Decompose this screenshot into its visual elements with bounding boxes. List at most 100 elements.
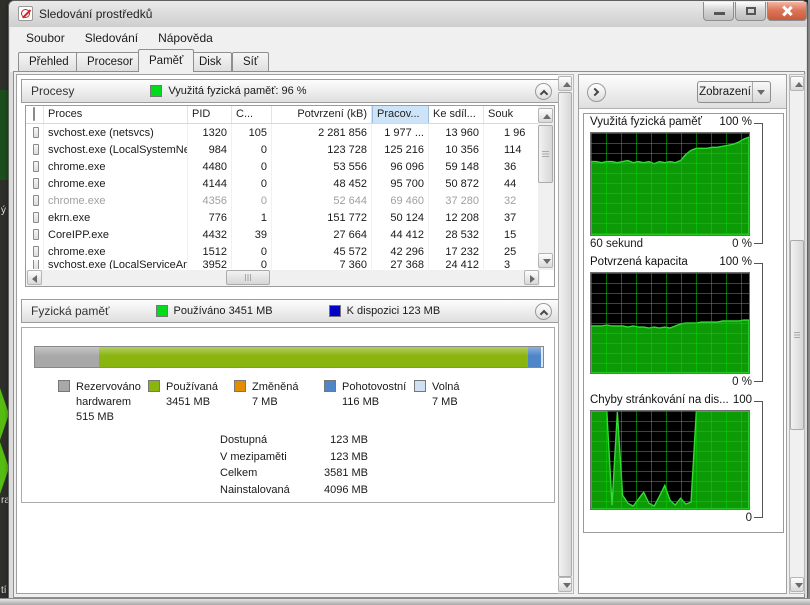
row-checkbox[interactable] [26,192,44,209]
menu-file[interactable]: Soubor [16,28,75,48]
pid-cell: 1512 [188,243,232,260]
scroll-down-button[interactable] [790,577,804,592]
close-button[interactable] [767,2,807,21]
available-indicator-icon [328,305,341,317]
table-row[interactable]: svchost.exe (netsvcs) 1320 105 2 281 856 1 9… [26,124,554,141]
shareable-cell: 50 872 [429,175,484,192]
graph-bottom-row: 0 % [590,376,752,388]
scale-min: 0 % [732,238,752,250]
tab-disk[interactable]: Disk [188,52,233,72]
table-row[interactable]: chrome.exe 4356 0 52 644 69 460 37 280 32 [26,192,554,209]
stat-value: 123 MB [330,434,368,446]
collapse-memory-button[interactable] [535,303,552,320]
table-row[interactable]: chrome.exe 4480 0 53 556 96 096 59 148 36 [26,158,554,175]
process-table-vscrollbar[interactable] [538,106,554,270]
private-cell: 1 96 [504,126,526,139]
row-checkbox[interactable] [26,158,44,175]
physical-memory-panel: Rezervováno hardwarem 515 MB Používaná 3451… [21,327,555,503]
graph-grid [591,273,749,373]
pid-cell: 4480 [188,158,232,175]
memory-bar-segment [541,347,543,367]
pane-vscrollbar[interactable] [558,74,574,594]
shareable-cell: 10 356 [429,141,484,158]
views-button-label: Zobrazení [699,86,751,98]
col-private[interactable]: Souk [484,106,540,123]
commit-cell: 151 772 [272,209,372,226]
scroll-up-button[interactable] [558,76,572,91]
working-set-cell: 50 124 [372,209,429,226]
pid-cell: 1320 [188,124,232,141]
scroll-right-button[interactable] [524,270,539,285]
cpu-cell: 1 [232,209,272,226]
cpu-cell: 0 [232,243,272,260]
views-button[interactable]: Zobrazení [697,81,771,103]
commit-cell: 53 556 [272,158,372,175]
scroll-up-button[interactable] [538,108,553,123]
scroll-down-button[interactable] [558,577,572,592]
views-dropdown-arrow[interactable] [752,82,770,102]
processes-section-header[interactable]: Procesy Využitá fyzická paměť: 96 % [21,79,559,103]
col-cpu[interactable]: C... [232,106,272,123]
scroll-up-button[interactable] [790,76,804,91]
stat-label: Celkem [220,467,258,479]
tab-cpu[interactable]: Procesor [76,52,145,72]
table-row[interactable]: svchost.exe (LocalSystemNet... 984 0 123 72… [26,141,554,158]
process-rows: svchost.exe (netsvcs) 1320 105 2 281 856 1 9… [26,124,554,269]
processes-status: Využitá fyzická paměť: 96 % [168,85,307,97]
graph-label-row: Chyby stránkování na dis... 100 [590,394,752,406]
table-row[interactable]: chrome.exe 1512 0 45 572 42 296 17 232 25 [26,243,554,260]
table-row[interactable]: svchost.exe (LocalServiceAn... 3952 0 7 360… [26,260,554,269]
row-checkbox[interactable] [26,226,44,243]
process-name-cell: chrome.exe [44,175,188,192]
graph-title: Chyby stránkování na dis... [590,394,729,406]
table-row[interactable]: CoreIPP.exe 4432 39 27 664 44 412 28 532 15 [26,226,554,243]
cpu-cell: 0 [232,141,272,158]
tab-overview[interactable]: Přehled [18,52,80,72]
tab-memory[interactable]: Paměť [138,49,195,72]
maximize-button[interactable] [735,2,766,21]
vscroll-thumb[interactable] [558,92,572,577]
hscroll-thumb[interactable] [226,270,270,285]
panel-vscrollbar[interactable] [789,74,805,594]
vscroll-thumb[interactable] [538,125,553,183]
scroll-down-button[interactable] [538,253,553,268]
titlebar[interactable]: Sledování prostředků [9,1,807,27]
col-pid[interactable]: PID [188,106,232,123]
commit-cell: 27 664 [272,226,372,243]
vscroll-thumb[interactable] [790,240,804,430]
desktop-label-fragment: ý [1,205,6,216]
shareable-cell: 59 148 [429,158,484,175]
working-set-cell: 125 216 [372,141,429,158]
process-name-cell: chrome.exe [44,192,188,209]
tab-network[interactable]: Síť [232,52,270,72]
used-indicator-icon [155,305,168,317]
col-shareable[interactable]: Ke sdíl... [429,106,484,123]
cpu-cell: 0 [232,192,272,209]
private-cell: 37 [504,211,517,224]
private-cell: 44 [504,177,517,190]
menubar: Soubor Sledování Nápověda [10,27,806,49]
row-checkbox[interactable] [26,260,44,269]
expand-panel-button[interactable] [587,83,606,102]
process-name-cell: svchost.exe (LocalServiceAn... [44,260,188,269]
menu-monitor[interactable]: Sledování [75,28,148,48]
row-checkbox[interactable] [26,209,44,226]
row-checkbox[interactable] [26,175,44,192]
table-row[interactable]: chrome.exe 4144 0 48 452 95 700 50 872 44 [26,175,554,192]
row-checkbox[interactable] [26,141,44,158]
menu-help[interactable]: Nápověda [148,28,223,48]
col-process[interactable]: Proces [44,106,188,123]
col-commit[interactable]: Potvrzení (kB) [272,106,372,123]
process-table-hscrollbar[interactable] [26,270,540,286]
select-all-checkbox[interactable] [26,106,44,123]
scale-max: 100 % [719,256,752,268]
table-row[interactable]: ekrn.exe 776 1 151 772 50 124 12 208 37 [26,209,554,226]
memory-section-header[interactable]: Fyzická paměť Používáno 3451 MB K dispoz… [21,299,559,323]
minimize-button[interactable] [703,2,734,21]
row-checkbox[interactable] [26,124,44,141]
col-working-set[interactable]: Pracov... [372,106,429,123]
scroll-left-button[interactable] [27,270,42,285]
collapse-processes-button[interactable] [535,83,552,100]
row-checkbox[interactable] [26,243,44,260]
arrow-up-icon [795,82,803,87]
